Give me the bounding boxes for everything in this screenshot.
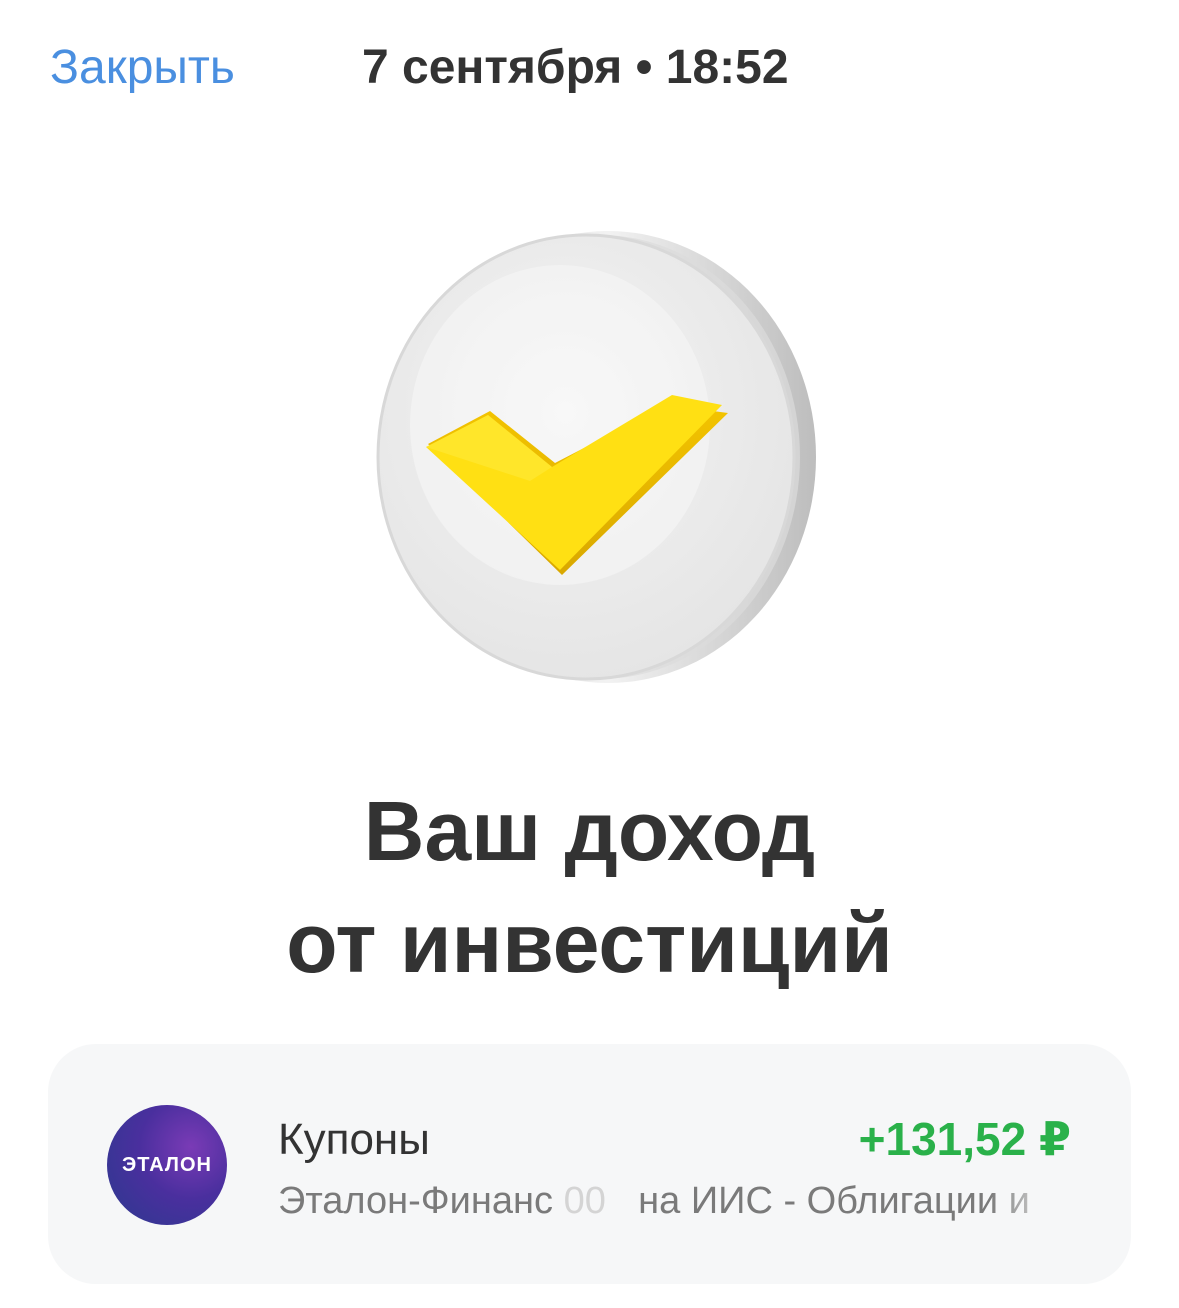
- operation-datetime: 7 сентября • 18:52: [362, 41, 789, 94]
- operation-label: Купоны: [278, 1115, 430, 1164]
- close-button[interactable]: Закрыть: [50, 38, 235, 98]
- title-line-2: от инвестиций: [286, 896, 893, 990]
- operation-card[interactable]: ЭТАЛОН Купоны +131,52 ₽ Эталон-Финанс 00…: [48, 1044, 1131, 1284]
- description-end: на ИИС - Облигации и: [638, 1180, 1030, 1222]
- operation-amount: +131,52 ₽: [858, 1113, 1071, 1165]
- logo-text: ЭТАЛОН: [122, 1153, 212, 1176]
- title-line-1: Ваш доход: [363, 784, 816, 878]
- operation-description: Эталон-Финанс 00 на ИИС - Облигации и: [278, 1176, 1068, 1226]
- header: Закрыть 7 сентября • 18:52: [0, 0, 1179, 140]
- page-title: Ваш доход от инвестиций: [0, 775, 1179, 999]
- operation-details-screen: Закрыть 7 сентября • 18:52 Ваш доход от …: [0, 0, 1179, 1308]
- description-hidden-part: 00: [563, 1180, 606, 1222]
- description-start: Эталон-Финанс: [278, 1180, 554, 1222]
- etalon-logo: ЭТАЛОН: [107, 1105, 227, 1225]
- check-coin-icon: [350, 225, 830, 695]
